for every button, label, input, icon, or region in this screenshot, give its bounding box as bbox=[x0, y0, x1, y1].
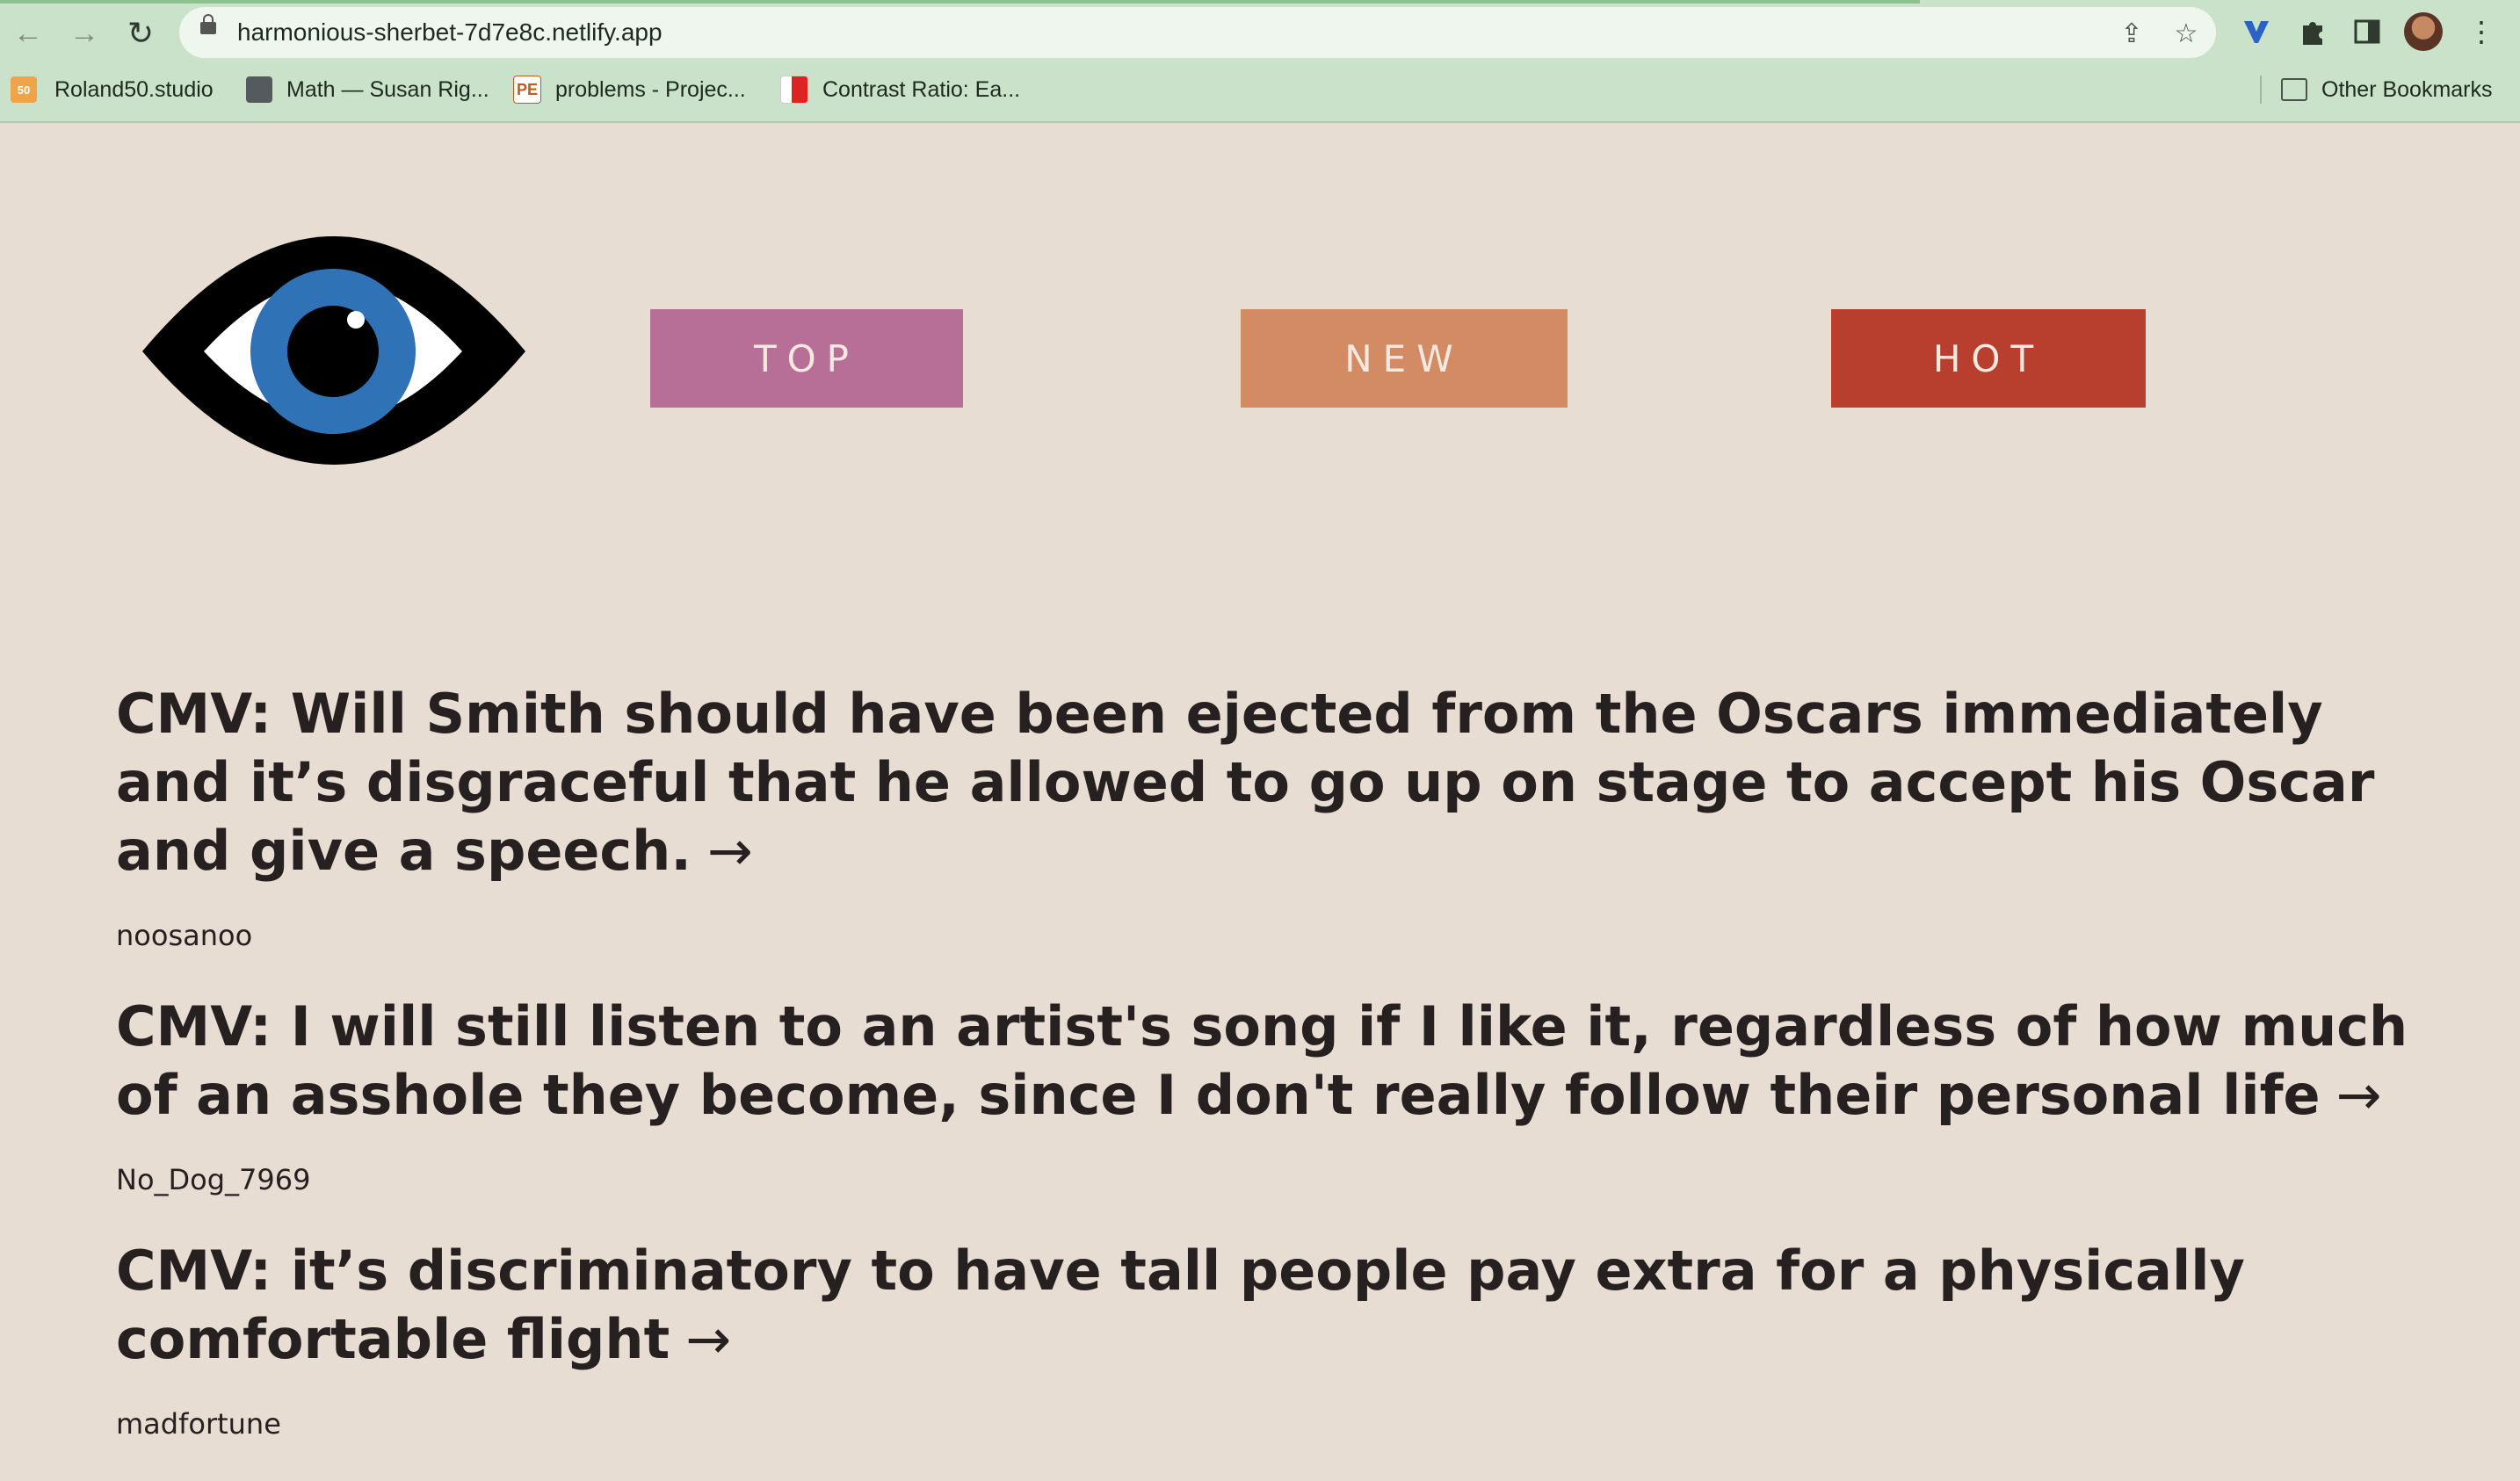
puzzle-icon[interactable] bbox=[2293, 12, 2332, 51]
star-icon[interactable]: ☆ bbox=[2169, 16, 2204, 51]
arrow-right-icon[interactable]: → bbox=[2336, 1063, 2382, 1127]
post-author: No_Dog_7969 bbox=[116, 1163, 311, 1196]
reload-icon: ↻ bbox=[127, 15, 155, 51]
bookmark-label: problems - Projec... bbox=[555, 76, 746, 102]
back-button[interactable]: ← bbox=[9, 14, 47, 53]
post-author: noosanoo bbox=[116, 919, 253, 952]
menu-icon[interactable]: ⋮ bbox=[2462, 12, 2501, 51]
post-title-link[interactable]: CMV: I will still listen to an artist's … bbox=[116, 993, 2418, 1130]
cube-icon bbox=[246, 76, 272, 103]
lock-icon bbox=[200, 14, 216, 34]
reload-button[interactable]: ↻ bbox=[121, 14, 160, 53]
list-item: CMV: I will still listen to an artist's … bbox=[116, 993, 2418, 1196]
arrow-right-icon: → bbox=[69, 16, 99, 50]
bookmarks-bar: 50 Roland50.studio Math — Susan Rig... P… bbox=[0, 69, 2520, 111]
post-author: madfortune bbox=[116, 1407, 281, 1441]
page-load-progress bbox=[0, 0, 1920, 4]
bookmark-label: Math — Susan Rig... bbox=[286, 76, 489, 102]
other-bookmarks[interactable]: Other Bookmarks bbox=[2281, 69, 2493, 111]
roland50-favicon-icon: 50 bbox=[11, 76, 37, 103]
browser-chrome: ← → ↻ harmonious-sherbet-7d7e8c.netlify.… bbox=[0, 0, 2520, 123]
list-item: CMV: it’s discriminatory to have tall pe… bbox=[116, 1237, 2418, 1441]
top-button[interactable]: TOP bbox=[650, 309, 963, 408]
extension-v-icon[interactable] bbox=[2237, 12, 2276, 51]
bookmark-roland50[interactable]: 50 Roland50.studio bbox=[11, 69, 214, 111]
address-bar[interactable]: harmonious-sherbet-7d7e8c.netlify.app ⇪ … bbox=[179, 7, 2216, 58]
other-bookmarks-label: Other Bookmarks bbox=[2321, 76, 2493, 102]
list-item: CMV: Will Smith should have been ejected… bbox=[116, 680, 2418, 952]
bookmark-label: Contrast Ratio: Ea... bbox=[822, 76, 1021, 102]
forward-button[interactable]: → bbox=[65, 14, 104, 53]
arrow-left-icon: ← bbox=[13, 16, 43, 50]
folder-icon bbox=[2281, 78, 2307, 101]
contrast-ratio-favicon-icon bbox=[780, 76, 808, 104]
new-button[interactable]: NEW bbox=[1241, 309, 1568, 408]
post-title-text[interactable]: CMV: it’s discriminatory to have tall pe… bbox=[116, 1239, 2245, 1371]
bookmark-label: Roland50.studio bbox=[54, 76, 214, 102]
arrow-right-icon[interactable]: → bbox=[685, 1307, 731, 1371]
share-icon[interactable]: ⇪ bbox=[2114, 16, 2149, 51]
post-title-text[interactable]: CMV: I will still listen to an artist's … bbox=[116, 994, 2408, 1127]
pe-favicon-icon: PE bbox=[513, 76, 541, 104]
hot-button[interactable]: HOT bbox=[1831, 309, 2146, 408]
eye-logo-icon[interactable] bbox=[141, 235, 527, 473]
side-panel-icon[interactable] bbox=[2348, 12, 2386, 51]
avatar[interactable] bbox=[2404, 12, 2443, 51]
post-title-text[interactable]: CMV: Will Smith should have been ejected… bbox=[116, 682, 2374, 883]
post-title-link[interactable]: CMV: it’s discriminatory to have tall pe… bbox=[116, 1237, 2418, 1374]
bookmark-contrast-ratio[interactable]: Contrast Ratio: Ea... bbox=[780, 69, 1020, 111]
arrow-right-icon[interactable]: → bbox=[707, 819, 753, 883]
post-title-link[interactable]: CMV: Will Smith should have been ejected… bbox=[116, 680, 2418, 885]
url-text[interactable]: harmonious-sherbet-7d7e8c.netlify.app bbox=[237, 18, 663, 47]
bookmarks-separator bbox=[2260, 76, 2262, 104]
bookmark-math[interactable]: Math — Susan Rig... bbox=[246, 69, 489, 111]
bookmark-problems[interactable]: PE problems - Projec... bbox=[513, 69, 746, 111]
post-list: CMV: Will Smith should have been ejected… bbox=[116, 680, 2418, 1481]
